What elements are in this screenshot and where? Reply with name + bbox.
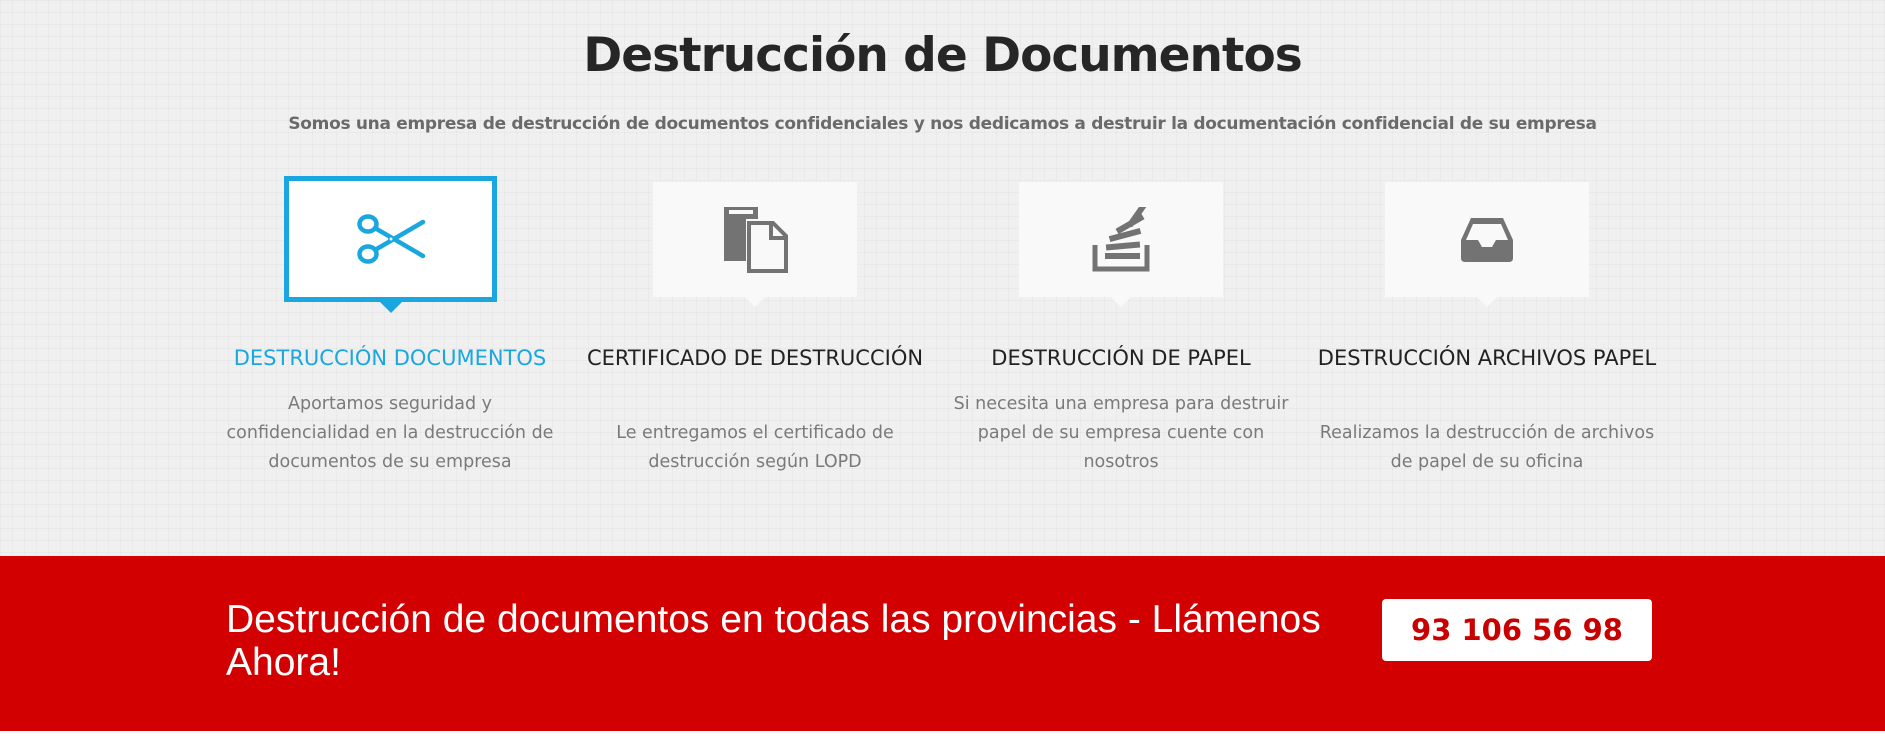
service-title[interactable]: CERTIFICADO DE DESTRUCCIÓN	[585, 344, 925, 373]
call-to-action-banner: Destrucción de documentos en todas las p…	[0, 556, 1885, 731]
phone-call-button[interactable]: 93 106 56 98	[1382, 599, 1652, 661]
service-icon-box[interactable]	[1385, 182, 1589, 307]
service-title[interactable]: DESTRUCCIÓN ARCHIVOS PAPEL	[1317, 344, 1657, 373]
service-icon-box[interactable]	[653, 182, 857, 307]
service-description: Realizamos la destrucción de archivos de…	[1319, 423, 1655, 472]
inbox-tray-icon	[1459, 216, 1515, 264]
service-title[interactable]: DESTRUCCIÓN DE PAPEL	[951, 344, 1291, 373]
service-description: Si necesita una empresa para destruir pa…	[953, 394, 1289, 472]
service-description: Aportamos seguridad y confidencialidad e…	[226, 394, 554, 472]
service-icon-box[interactable]	[1019, 182, 1223, 307]
cta-text: Destrucción de documentos en todas las p…	[226, 598, 1321, 684]
service-icon-box[interactable]	[284, 176, 497, 313]
service-description: Le entregamos el certificado de destrucc…	[616, 423, 894, 472]
stack-papers-icon	[1091, 206, 1151, 273]
section-subtitle: Somos una empresa de destrucción de docu…	[288, 114, 1597, 134]
page-bottom-strip	[0, 731, 1885, 750]
scissors-icon	[355, 213, 427, 265]
services-section: Destrucción de Documentos Somos una empr…	[0, 0, 1885, 556]
section-title: Destrucción de Documentos	[583, 28, 1302, 83]
copy-documents-icon	[722, 206, 788, 273]
service-title[interactable]: DESTRUCCIÓN DOCUMENTOS	[220, 344, 560, 373]
